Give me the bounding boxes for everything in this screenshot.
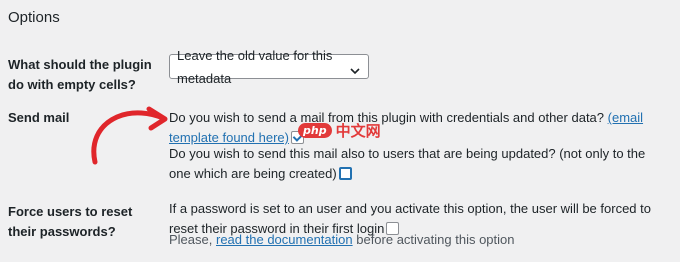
documentation-link[interactable]: read the documentation <box>216 232 353 247</box>
force-reset-label: Force users to reset their passwords? <box>8 204 133 239</box>
send-mail-option2-text: Do you wish to send this mail also to us… <box>169 146 646 181</box>
empty-cells-selected-value: Leave the old value for this metadata <box>177 47 333 86</box>
watermark-badge: php <box>298 123 332 138</box>
send-mail-updated-checkbox[interactable] <box>338 167 352 180</box>
watermark: php 中文网 <box>298 120 381 141</box>
red-arrow-icon <box>91 106 168 165</box>
send-mail-option2: Do you wish to send this mail also to us… <box>169 144 649 184</box>
chevron-down-icon <box>349 61 361 74</box>
send-mail-option1-text: Do you wish to send a mail from this plu… <box>169 110 605 125</box>
empty-cells-label: What should the plugin do with empty cel… <box>8 57 152 92</box>
send-mail-option1: Do you wish to send a mail from this plu… <box>169 108 649 148</box>
empty-cells-select[interactable]: Leave the old value for this metadata <box>169 48 369 86</box>
watermark-text: 中文网 <box>335 122 381 140</box>
hint-prefix: Please, <box>169 232 213 247</box>
section-title: Options <box>8 9 60 26</box>
hint-suffix: before activating this option <box>356 232 515 247</box>
force-reset-hint: Please, read the documentation before ac… <box>169 230 669 250</box>
